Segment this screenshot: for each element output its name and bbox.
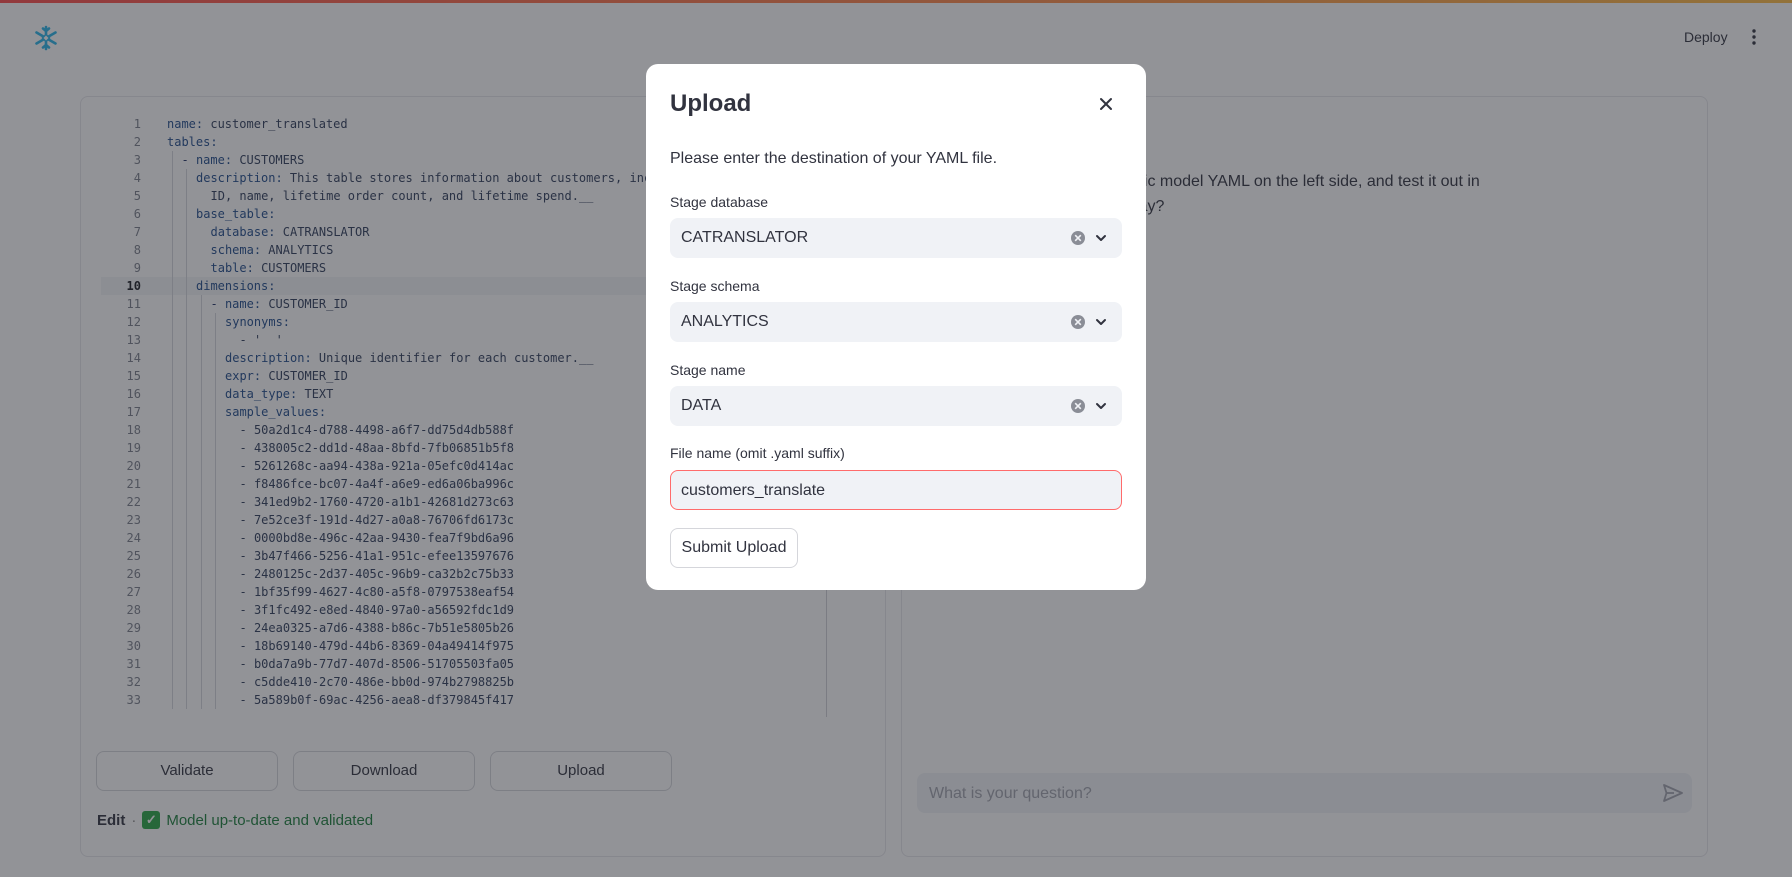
chevron-down-icon[interactable] [1094, 399, 1108, 413]
close-icon[interactable] [1098, 96, 1114, 112]
chevron-down-icon[interactable] [1094, 231, 1108, 245]
upload-dialog: Upload Please enter the destination of y… [646, 64, 1146, 590]
dialog-description: Please enter the destination of your YAM… [670, 150, 998, 167]
file-name-input[interactable] [679, 471, 1113, 511]
stage-schema-label: Stage schema [670, 278, 760, 294]
stage-name-select[interactable]: DATA [670, 386, 1122, 426]
stage-database-value: CATRANSLATOR [681, 229, 809, 246]
stage-name-value: DATA [681, 397, 722, 414]
file-name-label: File name (omit .yaml suffix) [670, 445, 845, 461]
stage-database-select[interactable]: CATRANSLATOR [670, 218, 1122, 258]
clear-icon[interactable] [1070, 398, 1086, 414]
stage-database-label: Stage database [670, 194, 769, 210]
clear-icon[interactable] [1070, 230, 1086, 246]
stage-name-label: Stage name [670, 362, 746, 378]
chevron-down-icon[interactable] [1094, 315, 1108, 329]
file-name-field[interactable] [670, 470, 1122, 511]
clear-icon[interactable] [1070, 314, 1086, 330]
stage-schema-select[interactable]: ANALYTICS [670, 302, 1122, 342]
dialog-title: Upload [670, 90, 752, 117]
stage-schema-value: ANALYTICS [681, 313, 769, 330]
submit-upload-button[interactable]: Submit Upload [670, 528, 798, 568]
